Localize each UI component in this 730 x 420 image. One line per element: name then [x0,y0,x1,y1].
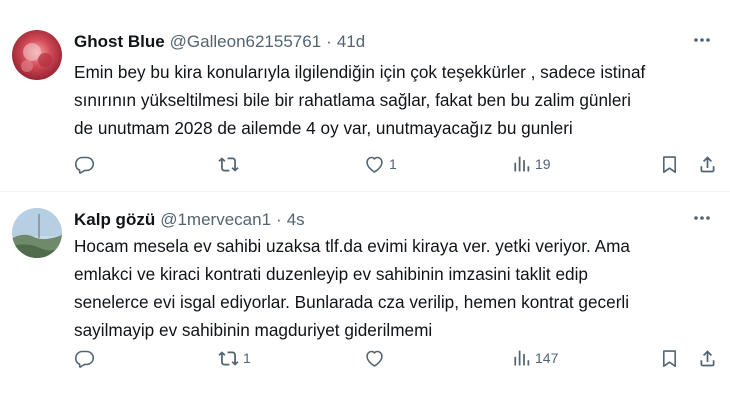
retweet-icon [218,350,239,366]
user-handle[interactable]: @1mervecan1 [160,210,271,230]
share-button[interactable] [697,150,718,178]
tweet-header: Kalp gözü @1mervecan1 · 4s [74,210,716,230]
tweet-actions: 1 147 [74,344,716,372]
timestamp[interactable]: 4s [287,210,305,230]
display-name[interactable]: Kalp gözü [74,210,155,230]
bookmark-icon [663,155,676,173]
like-button[interactable] [364,344,389,372]
user-handle[interactable]: @Galleon62155761 [170,32,322,52]
views-button[interactable]: 147 [510,344,558,372]
bookmark-button[interactable] [659,150,680,178]
share-icon [700,349,715,366]
more-icon[interactable] [688,206,716,230]
reply-icon [74,350,95,368]
tweet[interactable]: Kalp gözü @1mervecan1 · 4s Hocam mesela … [0,192,730,420]
like-icon [366,156,383,173]
like-button[interactable]: 1 [364,150,397,178]
tweet-text: Emin bey bu kira konularıyla ilgilendiği… [74,62,646,138]
more-icon[interactable] [688,28,716,52]
retweet-button[interactable] [218,150,243,178]
share-icon [700,155,715,172]
retweet-count: 1 [243,350,251,366]
reply-icon [74,156,95,174]
like-count: 1 [389,156,397,172]
reply-button[interactable] [74,150,99,178]
share-button[interactable] [697,344,718,372]
views-icon [514,350,530,365]
bookmark-button[interactable] [659,344,680,372]
views-count: 19 [535,156,551,172]
reply-button[interactable] [74,344,99,372]
avatar[interactable] [12,208,62,258]
tweet-header: Ghost Blue @Galleon62155761 · 41d [74,32,716,52]
avatar[interactable] [12,30,62,80]
separator-dot: · [326,32,332,51]
retweet-icon [218,156,239,172]
views-button[interactable]: 19 [510,150,551,178]
views-icon [514,156,530,171]
tweet[interactable]: Ghost Blue @Galleon62155761 · 41d Emin b… [0,0,730,192]
views-count: 147 [535,350,559,366]
separator-dot: · [276,210,282,229]
retweet-button[interactable]: 1 [218,344,251,372]
display-name[interactable]: Ghost Blue [74,32,165,52]
tweet-text: Hocam mesela ev sahibi uzaksa tlf.da evi… [74,236,630,340]
bookmark-icon [663,349,676,367]
like-icon [366,350,383,367]
timestamp[interactable]: 41d [337,32,365,52]
tweet-actions: 1 19 [74,150,716,178]
